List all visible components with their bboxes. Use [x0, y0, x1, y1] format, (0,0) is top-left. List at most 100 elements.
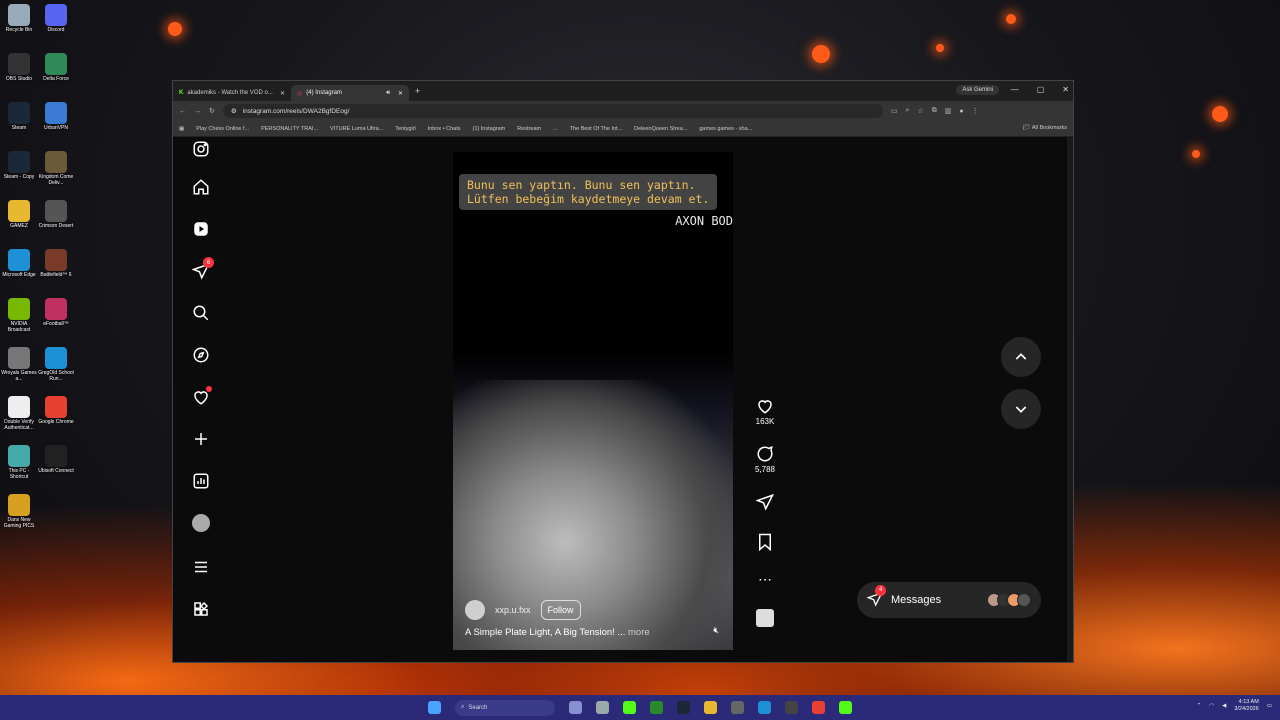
reload-icon[interactable]: ↻ [209, 107, 215, 115]
desktop-icon[interactable]: Dans New Gaming PICS [0, 494, 38, 529]
next-reel-button[interactable] [1001, 389, 1041, 429]
start-icon[interactable] [428, 701, 441, 714]
author-username[interactable]: xxp.u.fxx [495, 605, 531, 615]
like-action[interactable]: 163K [751, 397, 779, 445]
desktop-icon[interactable]: Steam [0, 102, 38, 131]
reels-icon[interactable] [189, 217, 213, 241]
bookmark-item[interactable]: Tentygirl [395, 126, 415, 132]
task-view-icon[interactable] [569, 701, 582, 714]
clock[interactable]: 4:13 AM 3/24/2026 [1234, 699, 1258, 713]
file-explorer-icon[interactable] [704, 701, 717, 714]
minimize-icon[interactable]: — [1011, 85, 1019, 94]
ask-gemini-button[interactable]: Ask Gemini [956, 85, 999, 95]
profile-avatar[interactable] [189, 511, 213, 535]
speaker-icon[interactable]: 🔊︎ [386, 90, 390, 97]
bookmark-item[interactable]: games games - sha... [699, 126, 752, 132]
profile-icon[interactable]: ● [959, 108, 963, 115]
desktop-icon[interactable]: GregOld School Run... [37, 347, 75, 382]
calculator-icon[interactable] [731, 701, 744, 714]
bookmark-item[interactable]: The Best Of The Int... [570, 126, 622, 132]
bookmark-item[interactable]: (1) Instagram [473, 126, 506, 132]
comment-action[interactable]: 5,788 [751, 445, 779, 493]
create-plus-icon[interactable] [189, 427, 213, 451]
desktop-icon[interactable]: Crimson Desert [37, 200, 75, 229]
desktop-icon[interactable]: Kingdom Come Deliv... [37, 151, 75, 186]
desktop-icon[interactable]: Ubisoft Connect [37, 445, 75, 474]
steam-taskbar-icon[interactable] [677, 701, 690, 714]
share-action[interactable] [751, 493, 779, 533]
settings-icon[interactable] [596, 701, 609, 714]
search-icon[interactable] [189, 301, 213, 325]
desktop-icon[interactable]: Microsoft Edge [0, 249, 38, 278]
forward-icon[interactable]: → [194, 108, 201, 115]
follow-button[interactable]: Follow [540, 600, 581, 620]
home-icon[interactable] [189, 175, 213, 199]
desktop-icon[interactable]: Google Chrome [37, 396, 75, 425]
all-bookmarks[interactable]: 📁︎ All Bookmarks [1023, 125, 1067, 131]
audio-thumbnail[interactable] [756, 609, 774, 627]
notifications-icon[interactable]: ▭ [1267, 703, 1272, 709]
kick-app-icon[interactable] [623, 701, 636, 714]
share-icon[interactable] [756, 493, 774, 511]
site-info-icon[interactable]: ⚙ [231, 107, 237, 115]
explore-icon[interactable] [189, 343, 213, 367]
desktop-icon[interactable]: This PC - Shortcut [0, 445, 38, 480]
desktop-icon[interactable]: Wroyals Games a... [0, 347, 38, 382]
new-tab-button[interactable]: + [415, 86, 420, 96]
bookmark-item[interactable]: PERSONALITY TRAI... [261, 126, 318, 132]
desktop-icon[interactable]: Recycle Bin [0, 4, 38, 33]
desktop-icon[interactable]: OBS Studio [0, 53, 38, 82]
zoom-icon[interactable]: ⌕ [906, 107, 910, 115]
previous-reel-button[interactable] [1001, 337, 1041, 377]
volume-icon[interactable]: ◀ [1222, 703, 1226, 709]
desktop-icon[interactable]: GAMEZ [0, 200, 38, 229]
tray-chevron-icon[interactable]: ⌃ [1197, 703, 1202, 709]
dashboard-icon[interactable] [189, 469, 213, 493]
bookmark-item[interactable]: DeleenQueen Strea... [634, 126, 687, 132]
kick-app-icon-2[interactable] [839, 701, 852, 714]
reel-video[interactable]: Bunu sen yaptın. Bunu sen yaptın. Lütfen… [453, 152, 733, 650]
desktop-icon[interactable]: Battlefield™ 6 [37, 249, 75, 278]
tab-akademiks[interactable]: K akademiks - Watch the VOD o... ✕ [173, 85, 291, 101]
close-tab-icon[interactable]: ✕ [280, 90, 285, 97]
mute-icon[interactable]: 🔇︎ [713, 625, 719, 636]
close-tab-icon[interactable]: ✕ [398, 90, 403, 97]
desktop-icon[interactable]: Discord [37, 4, 75, 33]
bookmark-item[interactable]: Play Chess Online f... [196, 126, 249, 132]
comment-icon[interactable] [756, 445, 774, 463]
more-menu-icon[interactable] [189, 555, 213, 579]
address-field[interactable]: ⚙ instagram.com/reels/DWA2BgfDEog/ [222, 104, 883, 118]
bookmark-item[interactable]: VITURE Luma Ultra... [330, 126, 383, 132]
bookmark-item[interactable]: ... [553, 126, 558, 132]
taskbar-search[interactable]: ⌕ Search [455, 699, 555, 716]
cast-icon[interactable]: ▭ [891, 107, 898, 115]
star-icon[interactable]: ☆ [917, 107, 923, 115]
tab-instagram[interactable]: ◎ (4) Instagram 🔊︎ ✕ [291, 85, 409, 101]
desktop-icon[interactable]: Steam - Copy [0, 151, 38, 180]
obs-icon[interactable] [785, 701, 798, 714]
page-scrollbar[interactable] [1067, 137, 1073, 662]
chrome-icon[interactable] [812, 701, 825, 714]
save-action[interactable] [751, 533, 779, 571]
desktop-icon[interactable]: UrbanVPN [37, 102, 75, 131]
more-options-icon[interactable]: ⋯ [751, 571, 779, 609]
extensions-icon[interactable]: ⧉ [932, 107, 937, 115]
bookmark-icon[interactable] [757, 533, 773, 551]
instagram-logo-icon[interactable] [189, 137, 213, 161]
sidepanel-icon[interactable]: ▥ [945, 107, 952, 115]
xbox-icon[interactable] [650, 701, 663, 714]
direct-messages-icon[interactable]: 6 [189, 257, 214, 283]
caption-more-link[interactable]: more [628, 627, 650, 638]
edge-icon[interactable] [758, 701, 771, 714]
back-icon[interactable]: ← [179, 108, 186, 115]
bookmark-item[interactable]: Restream [517, 126, 541, 132]
apps-icon[interactable]: ▦ [179, 126, 184, 132]
author-avatar[interactable] [465, 600, 485, 620]
wifi-icon[interactable]: ◠ [1209, 703, 1214, 709]
desktop-icon[interactable]: eFootball™ [37, 298, 75, 327]
close-window-icon[interactable]: ✕ [1062, 85, 1069, 94]
also-from-meta-icon[interactable] [189, 597, 213, 621]
menu-icon[interactable]: ⋮ [972, 107, 979, 115]
heart-icon[interactable] [756, 397, 774, 415]
desktop-icon[interactable]: NVIDIA Broadcast [0, 298, 38, 333]
